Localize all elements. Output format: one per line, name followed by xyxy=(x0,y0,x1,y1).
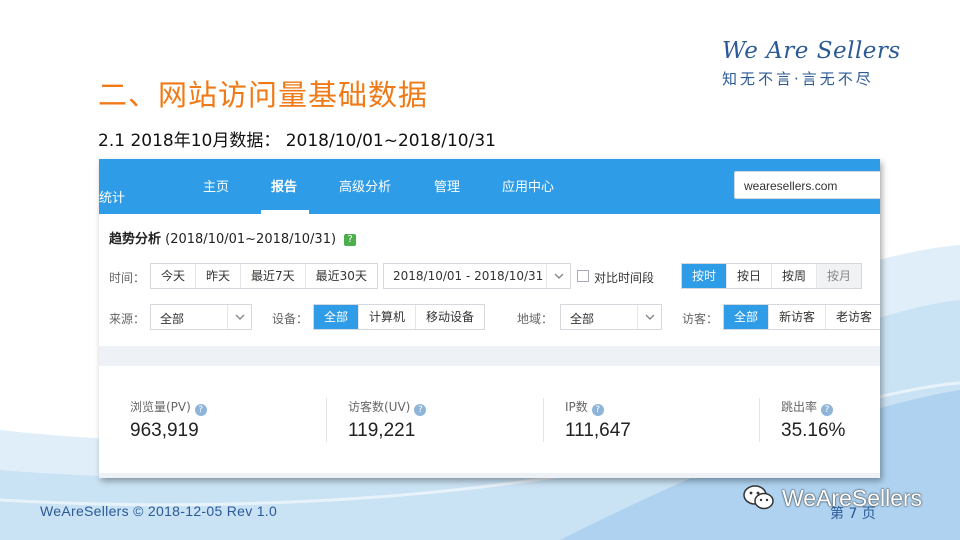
region-label: 地域： xyxy=(517,312,554,326)
region-select[interactable]: 全部 xyxy=(560,304,662,330)
granularity-hour-button[interactable]: 按时 xyxy=(682,264,728,288)
brand-name: We Are Sellers xyxy=(722,38,901,64)
nav-item-app-center[interactable]: 应用中心 xyxy=(502,176,554,195)
nav-item-home[interactable]: 主页 xyxy=(203,176,229,195)
visitor-new-button[interactable]: 新访客 xyxy=(769,305,827,329)
wechat-icon xyxy=(743,485,774,510)
top-navigation-bar: 统计 主页 报告 高级分析 管理 应用中心 wearesellers.com xyxy=(99,159,880,214)
wechat-watermark: WeAreSellers xyxy=(742,484,922,512)
stat-value: 963,919 xyxy=(130,420,199,441)
date-range-picker[interactable]: 2018/10/01 - 2018/10/31 xyxy=(383,263,571,289)
brand-logo: We Are Sellers 知无不言·言无不尽 xyxy=(722,38,901,89)
nav-item-manage[interactable]: 管理 xyxy=(434,176,460,195)
filter-panel: 趋势分析 (2018/10/01~2018/10/31) ? 时间： 今天 昨天… xyxy=(99,214,880,346)
visitor-returning-button[interactable]: 老访客 xyxy=(826,305,880,329)
stat-value: 35.16% xyxy=(781,420,846,441)
quick-range-group: 今天 昨天 最近7天 最近30天 xyxy=(150,263,378,289)
trend-date-range: (2018/10/01~2018/10/31) xyxy=(165,232,337,247)
source-value: 全部 xyxy=(160,312,185,326)
compare-label: 对比时间段 xyxy=(594,271,655,285)
chevron-down-icon xyxy=(546,264,570,288)
compare-checkbox[interactable] xyxy=(577,270,589,282)
slide-title: 二、网站访问量基础数据 xyxy=(98,78,429,112)
nav-brand: 统计 xyxy=(99,191,126,206)
nav-item-report[interactable]: 报告 xyxy=(271,176,297,195)
stat-divider xyxy=(326,398,327,442)
range-yesterday-button[interactable]: 昨天 xyxy=(196,264,242,288)
stat-label: 跳出率? xyxy=(781,398,834,416)
slide-subtitle: 2.1 2018年10月数据： 2018/10/01~2018/10/31 xyxy=(98,131,496,151)
question-icon[interactable]: ? xyxy=(414,404,427,416)
source-select[interactable]: 全部 xyxy=(150,304,252,330)
help-icon[interactable]: ? xyxy=(344,234,357,246)
visitor-label: 访客： xyxy=(682,312,719,326)
date-range-value: 2018/10/01 - 2018/10/31 xyxy=(393,269,544,283)
trend-title: 趋势分析 (2018/10/01~2018/10/31) ? xyxy=(109,228,357,247)
stat-divider xyxy=(759,398,760,442)
slide-footer: WeAreSellers © 2018-12-05 Rev 1.0 xyxy=(40,503,278,519)
site-selector-input[interactable]: wearesellers.com xyxy=(734,171,880,199)
device-label: 设备： xyxy=(272,312,309,326)
time-label: 时间： xyxy=(109,271,146,285)
analytics-screenshot: 统计 主页 报告 高级分析 管理 应用中心 wearesellers.com 趋… xyxy=(99,159,880,478)
chevron-down-icon xyxy=(637,305,661,329)
granularity-week-button[interactable]: 按周 xyxy=(772,264,818,288)
chevron-down-icon xyxy=(227,305,251,329)
stat-divider xyxy=(543,398,544,442)
range-today-button[interactable]: 今天 xyxy=(151,264,197,288)
range-30days-button[interactable]: 最近30天 xyxy=(306,264,377,288)
granularity-group: 按时 按日 按周 按月 xyxy=(681,263,863,289)
device-group: 全部 计算机 移动设备 xyxy=(313,304,486,330)
summary-stats: 浏览量(PV)? 963,919 访客数(UV)? 119,221 IP数? 1… xyxy=(99,366,880,473)
stat-value: 111,647 xyxy=(565,420,631,441)
brand-tagline: 知无不言·言无不尽 xyxy=(722,70,874,88)
question-icon[interactable]: ? xyxy=(821,404,834,416)
source-label: 来源： xyxy=(109,312,146,326)
device-computer-button[interactable]: 计算机 xyxy=(359,305,417,329)
stat-label: 访客数(UV)? xyxy=(348,398,427,416)
granularity-month-button[interactable]: 按月 xyxy=(817,264,862,288)
range-7days-button[interactable]: 最近7天 xyxy=(241,264,306,288)
device-all-button[interactable]: 全部 xyxy=(314,305,360,329)
granularity-day-button[interactable]: 按日 xyxy=(727,264,773,288)
stat-label: 浏览量(PV)? xyxy=(130,398,207,416)
question-icon[interactable]: ? xyxy=(194,404,207,416)
nav-item-advanced-analysis[interactable]: 高级分析 xyxy=(339,176,391,195)
trend-title-label: 趋势分析 xyxy=(109,232,162,247)
stat-value: 119,221 xyxy=(348,420,416,441)
visitor-all-button[interactable]: 全部 xyxy=(724,305,770,329)
visitor-group: 全部 新访客 老访客 xyxy=(723,304,880,330)
watermark-text: WeAreSellers xyxy=(782,484,923,511)
stat-label: IP数? xyxy=(565,398,604,416)
device-mobile-button[interactable]: 移动设备 xyxy=(416,305,484,329)
region-value: 全部 xyxy=(570,312,595,326)
question-icon[interactable]: ? xyxy=(591,404,604,416)
